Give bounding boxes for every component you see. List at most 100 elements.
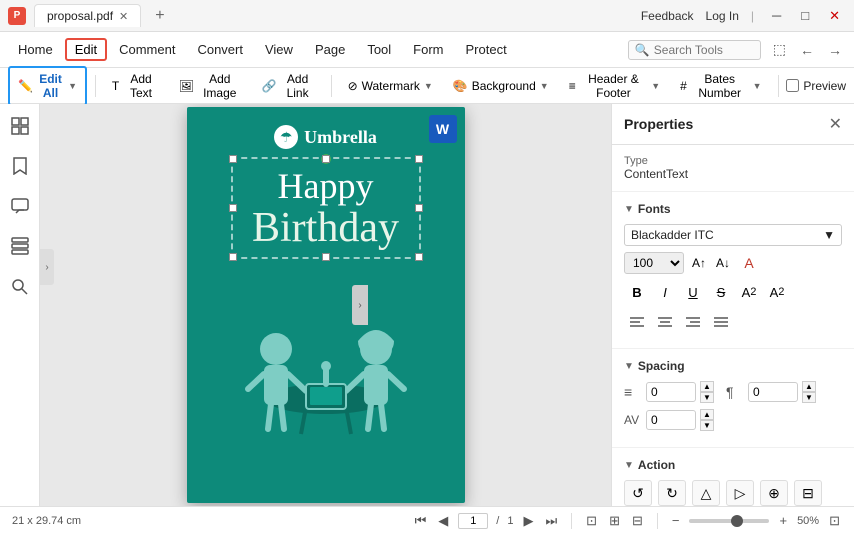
fit-width-button[interactable]: ⊞	[607, 511, 622, 531]
menu-comment[interactable]: Comment	[109, 38, 185, 61]
zoom-slider[interactable]	[689, 519, 769, 523]
handle-ml[interactable]	[229, 204, 237, 212]
strikethrough-button[interactable]: S	[708, 280, 734, 304]
char-spacing-up[interactable]: ▲	[700, 409, 714, 420]
maximize-button[interactable]: □	[795, 6, 815, 25]
flip-h-button[interactable]: ▷	[726, 480, 754, 506]
sidebar-item-search[interactable]	[6, 272, 34, 300]
menu-page[interactable]: Page	[305, 38, 355, 61]
handle-tl[interactable]	[229, 155, 237, 163]
align-center-button[interactable]	[652, 310, 678, 334]
panel-close-button[interactable]: ✕	[829, 114, 842, 134]
align-justify-button[interactable]	[708, 310, 734, 334]
actual-size-button[interactable]: ⊟	[630, 511, 645, 531]
zoom-thumb[interactable]	[731, 515, 743, 527]
align-left-button[interactable]	[624, 310, 650, 334]
handle-tm[interactable]	[322, 155, 330, 163]
background-button[interactable]: 🎨 Background ▼	[445, 75, 557, 97]
header-footer-button[interactable]: ≡ Header & Footer ▼	[561, 68, 668, 104]
last-page-button[interactable]: ⏭	[543, 511, 559, 531]
menu-view[interactable]: View	[255, 38, 303, 61]
first-page-button[interactable]: ⏮	[413, 511, 429, 531]
handle-tr[interactable]	[415, 155, 423, 163]
next-page-button[interactable]: ▶	[521, 511, 535, 531]
handle-bl[interactable]	[229, 253, 237, 261]
para-spacing-down[interactable]: ▼	[802, 392, 816, 403]
align-right-button[interactable]	[680, 310, 706, 334]
line-spacing-up[interactable]: ▲	[700, 381, 714, 392]
line-spacing-input[interactable]	[646, 382, 696, 402]
right-panel-toggle[interactable]: ›	[352, 285, 368, 325]
collapse-icon2: ▼	[624, 361, 634, 372]
para-spacing-input[interactable]	[748, 382, 798, 402]
font-color-button[interactable]: A	[738, 252, 760, 274]
close-button[interactable]: ✕	[823, 6, 846, 26]
page-number-input[interactable]	[458, 513, 488, 529]
preview-checkbox[interactable]	[786, 79, 799, 92]
spacing-section-header[interactable]: ▼ Spacing	[624, 359, 842, 373]
tab-close-icon[interactable]: ✕	[119, 10, 128, 23]
sidebar-collapse-button[interactable]: ›	[40, 249, 54, 285]
fonts-section-header[interactable]: ▼ Fonts	[624, 202, 842, 216]
superscript-button[interactable]: A2	[736, 280, 762, 304]
handle-bm[interactable]	[322, 253, 330, 261]
edit-all-button[interactable]: ✏️ Edit All ▼	[8, 66, 87, 106]
preview-checkbox-label[interactable]: Preview	[786, 79, 846, 93]
add-image-button[interactable]: 🖼 Add Image	[171, 68, 250, 104]
app-icon: P	[8, 7, 26, 25]
new-tab-button[interactable]: +	[149, 7, 170, 25]
font-size-increase-button[interactable]: A↑	[688, 252, 710, 274]
watermark-icon: ⊘	[348, 79, 358, 93]
login-label[interactable]: Log In	[706, 9, 739, 23]
menu-tool[interactable]: Tool	[357, 38, 401, 61]
zoom-out-button[interactable]: −	[670, 511, 682, 530]
add-text-button[interactable]: T Add Text	[104, 68, 167, 104]
minimize-button[interactable]: ─	[766, 6, 787, 25]
sidebar-item-thumbnail[interactable]	[6, 112, 34, 140]
underline-button[interactable]: U	[680, 280, 706, 304]
sidebar-item-comments[interactable]	[6, 192, 34, 220]
char-spacing-input[interactable]	[646, 410, 696, 430]
rotate-cw-button[interactable]: ↻	[658, 480, 686, 506]
font-size-decrease-button[interactable]: A↓	[712, 252, 734, 274]
sidebar-item-bookmarks[interactable]	[6, 152, 34, 180]
action-section-header[interactable]: ▼ Action	[624, 458, 842, 472]
external-link-button[interactable]: ⬚	[769, 39, 790, 60]
char-spacing-down[interactable]: ▼	[700, 420, 714, 431]
watermark-button[interactable]: ⊘ Watermark ▼	[340, 75, 441, 97]
sidebar-item-layers[interactable]	[6, 232, 34, 260]
back-button[interactable]: ←	[796, 40, 818, 60]
menu-home[interactable]: Home	[8, 38, 63, 61]
document-tab[interactable]: proposal.pdf ✕	[34, 4, 141, 27]
subscript-button[interactable]: A2	[764, 280, 790, 304]
font-select[interactable]: Blackadder ITC ▼	[624, 224, 842, 246]
font-size-select[interactable]: 100 72 48 36 24 18 14 12	[624, 252, 684, 274]
search-input[interactable]	[654, 43, 754, 57]
italic-button[interactable]: I	[652, 280, 678, 304]
forward-button[interactable]: →	[824, 40, 846, 60]
zoom-select-button[interactable]: ⊡	[827, 511, 842, 531]
para-spacing-up[interactable]: ▲	[802, 381, 816, 392]
prev-page-button[interactable]: ◀	[436, 511, 450, 531]
menu-protect[interactable]: Protect	[456, 38, 517, 61]
menu-edit[interactable]: Edit	[65, 38, 107, 61]
chevron-down-icon3: ▼	[540, 81, 549, 91]
zoom-in-button[interactable]: +	[777, 511, 789, 530]
menu-convert[interactable]: Convert	[187, 38, 253, 61]
add-link-button[interactable]: 🔗 Add Link	[253, 68, 322, 104]
handle-br[interactable]	[415, 253, 423, 261]
flip-v-button[interactable]: △	[692, 480, 720, 506]
bates-number-button[interactable]: # Bates Number ▼	[672, 68, 769, 104]
crop-button[interactable]: ⊕	[760, 480, 788, 506]
replace-button[interactable]: ⊟	[794, 480, 822, 506]
bold-button[interactable]: B	[624, 280, 650, 304]
search-tools[interactable]: 🔍	[628, 40, 761, 60]
line-spacing-down[interactable]: ▼	[700, 392, 714, 403]
rotate-ccw-button[interactable]: ↺	[624, 480, 652, 506]
feedback-label[interactable]: Feedback	[641, 9, 694, 23]
text-selection-box[interactable]: Happy Birthday	[231, 157, 421, 259]
menu-form[interactable]: Form	[403, 38, 453, 61]
handle-mr[interactable]	[415, 204, 423, 212]
left-sidebar: ›	[0, 104, 40, 506]
fit-page-button[interactable]: ⊡	[584, 511, 599, 531]
